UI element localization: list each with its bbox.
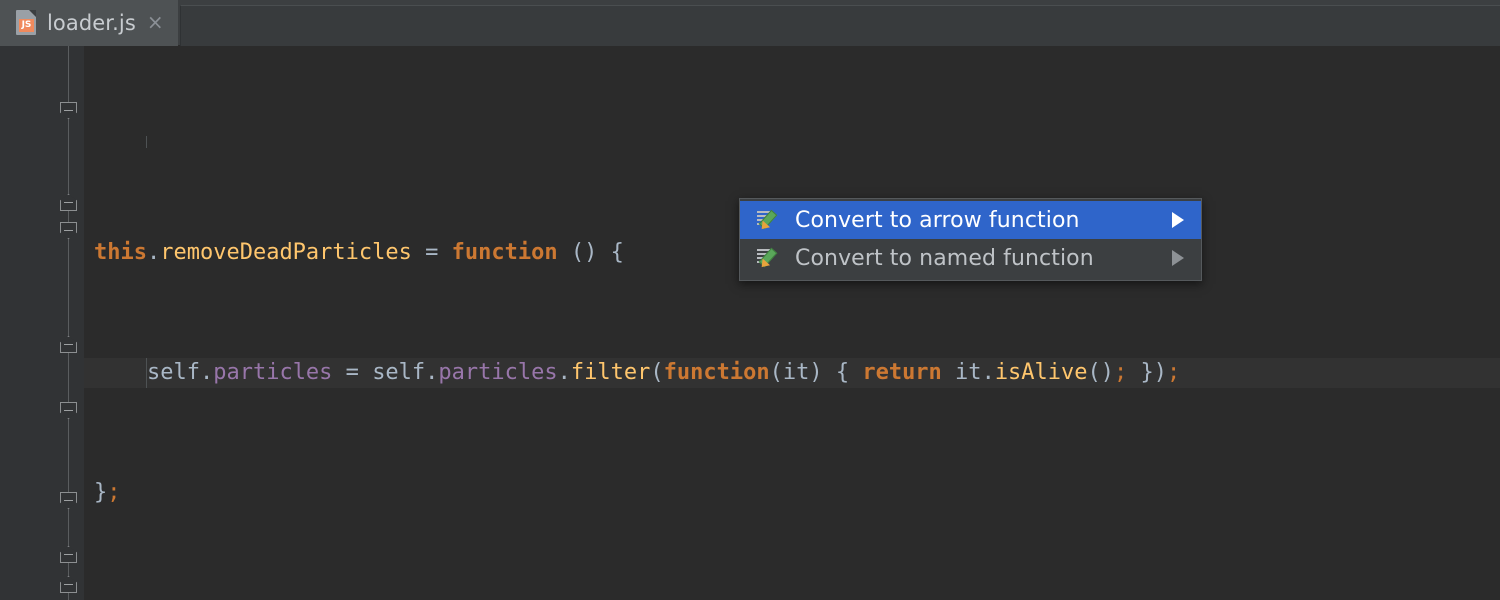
menu-item-label: Convert to arrow function bbox=[795, 208, 1080, 233]
intention-pencil-icon bbox=[756, 247, 782, 269]
code-line[interactable] bbox=[84, 136, 1500, 148]
fold-marker-end[interactable] bbox=[60, 546, 77, 563]
code-content[interactable]: this.removeDeadParticles = function () {… bbox=[84, 46, 1500, 600]
fold-marker-start[interactable] bbox=[60, 222, 77, 239]
code-line-current[interactable]: self.particles = self.particles.filter(f… bbox=[84, 358, 1500, 388]
code-editor[interactable]: this.removeDeadParticles = function () {… bbox=[0, 46, 1500, 600]
editor-tab-bar: JS loader.js × bbox=[0, 0, 1500, 46]
js-badge-label: JS bbox=[19, 19, 34, 32]
chevron-right-icon[interactable] bbox=[1172, 212, 1184, 228]
intention-pencil-icon bbox=[756, 209, 782, 231]
tab-bar-empty-area bbox=[180, 5, 1500, 46]
fold-marker-end[interactable] bbox=[60, 576, 77, 593]
fold-marker-start[interactable] bbox=[60, 402, 77, 419]
fold-connector-line bbox=[68, 46, 69, 600]
fold-marker-end[interactable] bbox=[60, 336, 77, 353]
menu-item-convert-to-named-function[interactable]: Convert to named function bbox=[740, 239, 1201, 277]
editor-gutter[interactable] bbox=[0, 46, 84, 600]
fold-marker-start[interactable] bbox=[60, 492, 77, 509]
menu-item-convert-to-arrow-function[interactable]: Convert to arrow function bbox=[740, 201, 1201, 239]
menu-item-label: Convert to named function bbox=[795, 246, 1094, 271]
code-line[interactable]: }; bbox=[84, 478, 1500, 508]
javascript-file-icon: JS bbox=[16, 10, 38, 36]
close-icon[interactable]: × bbox=[145, 12, 164, 34]
fold-marker-start[interactable] bbox=[60, 102, 77, 119]
tab-label: loader.js bbox=[47, 11, 136, 35]
fold-marker-end[interactable] bbox=[60, 194, 77, 211]
intention-actions-popup[interactable]: Convert to arrow function Convert to nam… bbox=[739, 198, 1202, 281]
tab-loader-js[interactable]: JS loader.js × bbox=[0, 0, 178, 46]
chevron-right-icon[interactable] bbox=[1172, 250, 1184, 266]
